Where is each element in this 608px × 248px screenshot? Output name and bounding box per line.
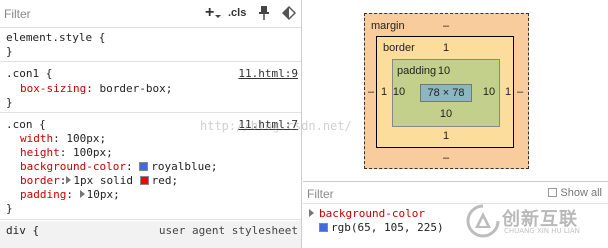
con-close: } [6, 202, 13, 215]
expand-property-icon[interactable] [309, 209, 314, 217]
element-style-rule: element.style { } [0, 28, 301, 62]
border-label: border [383, 42, 415, 54]
computed-divider [303, 181, 608, 182]
decl-value-color: red; [151, 174, 179, 187]
con-background-color-decl[interactable]: background-color: royalblue; [20, 160, 217, 174]
padding-label: padding [397, 65, 437, 77]
ua-selector[interactable]: div { [6, 224, 39, 238]
con-rule: .con { 11.html:7 width: 100px; height: 1… [0, 114, 301, 220]
styles-filter-input[interactable] [4, 5, 194, 23]
expand-shorthand-icon[interactable] [79, 190, 85, 198]
decl-value: 100px; [73, 146, 113, 159]
decl-value: 10px; [86, 188, 120, 201]
element-style-close: } [6, 45, 13, 58]
new-style-rule-button[interactable]: + [205, 5, 222, 21]
content-box[interactable]: 78 × 78 [420, 84, 472, 102]
con1-rule: .con1 { 11.html:9 box-sizing: border-box… [0, 63, 301, 113]
show-all-checkbox[interactable] [548, 188, 558, 197]
decl-value: royalblue; [151, 160, 218, 173]
pin-icon[interactable] [257, 5, 271, 21]
decl-property: padding [20, 188, 67, 201]
computed-color-swatch[interactable] [319, 223, 328, 232]
decl-property: width [20, 132, 54, 145]
decl-property: background-color [20, 160, 126, 173]
con-selector[interactable]: .con { [6, 118, 46, 132]
padding-bottom-value[interactable]: 10 [436, 108, 456, 120]
padding-top-value[interactable]: 10 [434, 65, 454, 77]
decl-value: 100px; [66, 132, 107, 145]
show-all-label: Show all [560, 187, 602, 199]
border-top-value[interactable]: 1 [436, 42, 456, 54]
con-height-decl[interactable]: height: 100px; [20, 146, 113, 160]
styles-pane: + .cls element.style { } .con1 { 11.html… [0, 0, 302, 248]
cls-toggle-button[interactable]: .cls [228, 5, 246, 21]
ua-source-label: user agent stylesheet [158, 224, 298, 237]
royalblue-color-swatch[interactable] [139, 162, 149, 171]
decl-property: height [20, 146, 60, 159]
user-agent-rule: div { user agent stylesheet [0, 221, 301, 248]
expand-shorthand-icon[interactable] [66, 176, 72, 184]
con1-close: } [6, 96, 13, 109]
margin-bottom-value[interactable]: – [436, 152, 456, 164]
decl-value: 1px solid [73, 174, 133, 187]
computed-property-row[interactable]: background-color [309, 207, 425, 221]
decl-value: border-box; [99, 82, 173, 95]
con1-source-link[interactable]: 11.html:9 [238, 67, 298, 81]
decl-property: box-sizing [20, 82, 87, 95]
padding-right-value[interactable]: 10 [479, 86, 499, 98]
border-right-value[interactable]: 1 [498, 86, 518, 98]
con-border-decl[interactable]: border: 1px solid red; [20, 174, 178, 188]
con1-box-sizing-decl[interactable]: box-sizing: border-box; [20, 82, 172, 96]
margin-label: margin [371, 20, 405, 32]
computed-property-value-row: rgb(65, 105, 225) [319, 221, 444, 235]
con-padding-decl[interactable]: padding: 10px; [20, 188, 120, 202]
computed-pane: margin – – – – border 1 1 1 1 padding 10… [303, 0, 608, 248]
computed-property-name: background-color [319, 207, 425, 220]
computed-list-divider [303, 203, 608, 204]
con-width-decl[interactable]: width: 100px; [20, 132, 106, 146]
decl-property: border [20, 174, 60, 187]
con-source-link[interactable]: 11.html:7 [238, 118, 298, 132]
element-style-selector[interactable]: element.style { [6, 31, 105, 45]
show-all-toggle[interactable]: Show all [548, 187, 602, 199]
element-state-icon[interactable] [281, 5, 297, 21]
computed-filter-input[interactable] [307, 186, 467, 202]
red-color-swatch[interactable] [139, 176, 149, 185]
padding-left-value[interactable]: 10 [389, 86, 409, 98]
con1-selector[interactable]: .con1 { [6, 67, 52, 81]
margin-top-value[interactable]: – [436, 20, 456, 32]
styles-toolbar: + .cls [0, 0, 301, 28]
computed-property-value: rgb(65, 105, 225) [331, 221, 444, 234]
border-bottom-value[interactable]: 1 [436, 130, 456, 142]
